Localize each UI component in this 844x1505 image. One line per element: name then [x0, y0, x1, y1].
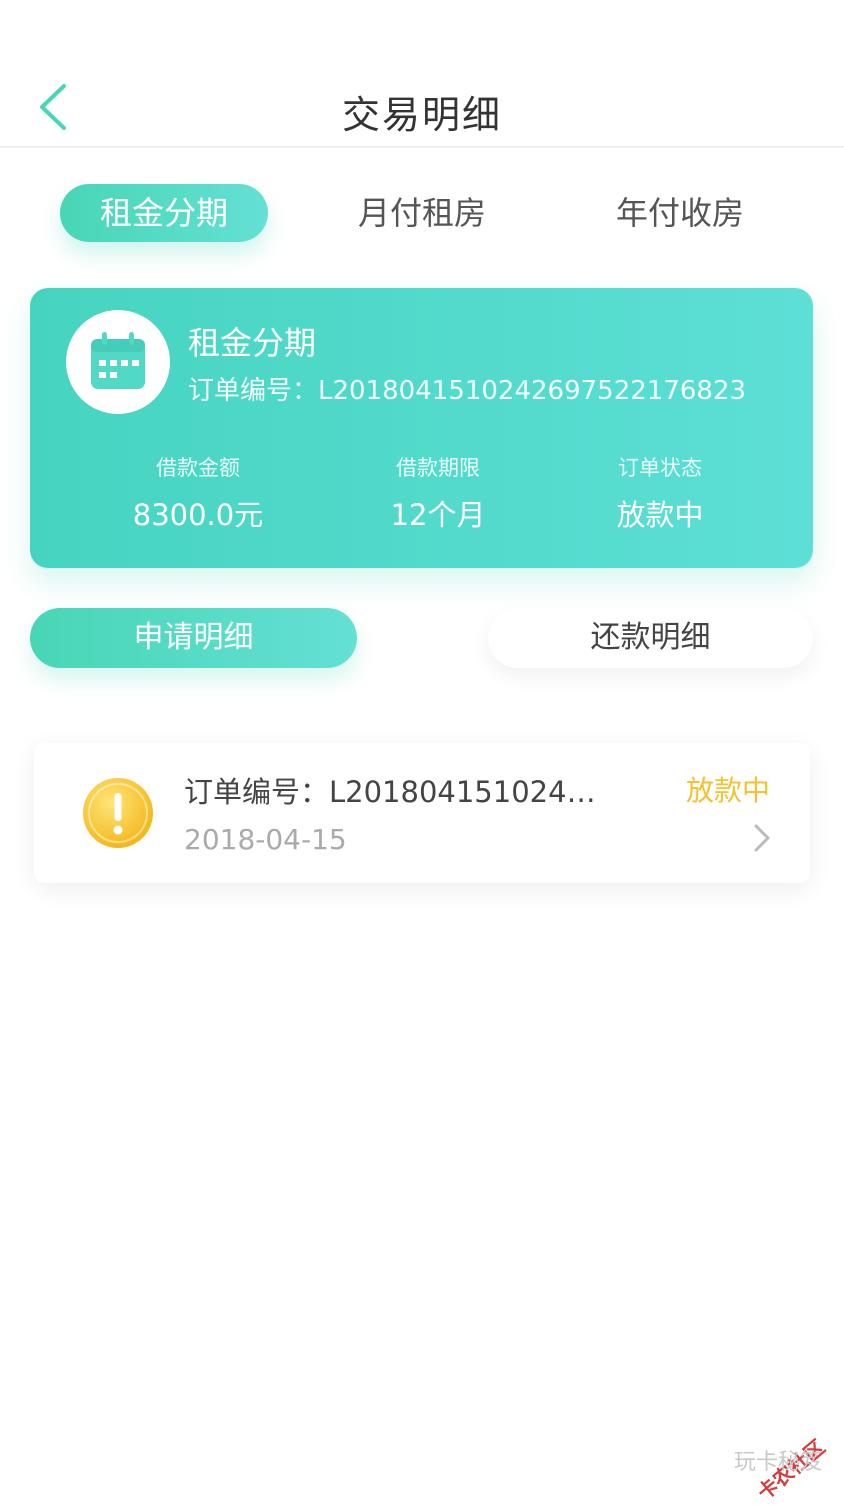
stat-value: 8300.0元: [132, 498, 264, 532]
status-badge: 放款中: [685, 774, 770, 807]
stat-loan-amount: 借款金额 8300.0元: [98, 452, 298, 534]
tab-repayment-detail[interactable]: 还款明细: [488, 608, 813, 668]
calendar-icon: [91, 332, 145, 389]
chevron-right-icon: [754, 824, 770, 852]
stat-value: 放款中: [616, 498, 704, 532]
stat-value: 12个月: [390, 498, 486, 532]
stat-loan-term: 借款期限 12个月: [338, 452, 538, 534]
stat-order-status: 订单状态 放款中: [560, 452, 760, 534]
record-order-number: 订单编号：L2018041510242697522176823: [184, 775, 614, 809]
tab-monthly-rent[interactable]: 月付租房: [318, 184, 526, 242]
stat-label: 订单状态: [618, 456, 702, 480]
tab-application-detail[interactable]: 申请明细: [30, 608, 357, 668]
product-tabs: 租金分期 月付租房 年付收房: [0, 184, 844, 244]
list-item[interactable]: 订单编号：L2018041510242697522176823 2018-04-…: [34, 743, 810, 883]
card-title: 租金分期: [188, 324, 317, 362]
page-title: 交易明细: [341, 93, 502, 137]
record-date: 2018-04-15: [184, 823, 347, 856]
tab-rent-installment[interactable]: 租金分期: [60, 184, 268, 242]
tab-yearly-collect[interactable]: 年付收房: [576, 184, 784, 242]
watermark-text: 玩卡秘笈: [733, 1450, 822, 1475]
nav-bar: 交易明细: [0, 0, 844, 148]
calendar-badge: [66, 310, 170, 414]
card-order-number: 订单编号：L2018041510242697522176823: [188, 376, 747, 406]
stat-label: 借款期限: [396, 456, 480, 480]
detail-tabs: 申请明细 还款明细: [0, 608, 844, 672]
order-summary-card: 租金分期 订单编号：L2018041510242697522176823 借款金…: [30, 288, 813, 568]
stat-label: 借款金额: [156, 456, 240, 480]
warning-icon: [83, 778, 153, 848]
